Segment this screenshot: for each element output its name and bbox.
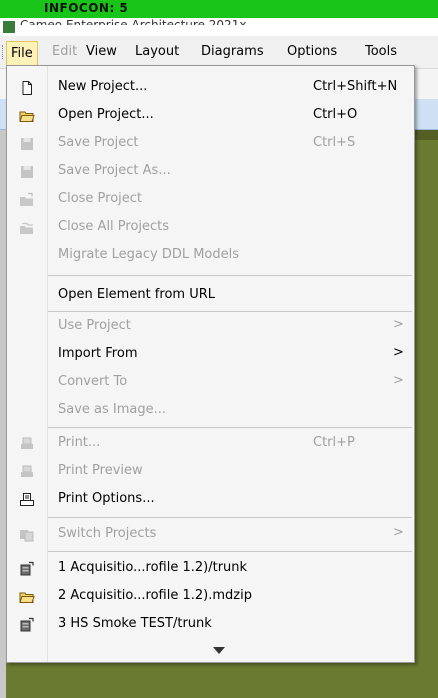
save-icon xyxy=(21,138,33,150)
recent-project-2-label: 2 Acquisitio...rofile 1.2).mdzip xyxy=(58,588,252,603)
menu-item-recent-project-2[interactable]: 2 Acquisitio...rofile 1.2).mdzip xyxy=(7,583,414,611)
open-folder-icon xyxy=(19,111,35,122)
chevron-down-icon[interactable] xyxy=(213,647,225,654)
menu-item-print-preview[interactable]: Print Preview xyxy=(7,458,414,486)
menu-item-open-project[interactable]: Open Project... Ctrl+O xyxy=(7,102,414,130)
menu-item-print-options[interactable]: Print Options... xyxy=(7,486,414,514)
save-project-label: Save Project xyxy=(58,135,139,150)
save-as-image-label: Save as Image... xyxy=(58,402,167,417)
save-project-as-label: Save Project As... xyxy=(58,163,171,178)
infocon-banner: INFOCON: 5 xyxy=(0,0,438,19)
window-title: Cameo Enterprise Architecture 2021x xyxy=(20,18,247,32)
submenu-arrow-icon: > xyxy=(393,525,404,540)
menu-item-new-project[interactable]: New Project... Ctrl+Shift+N xyxy=(7,74,414,102)
print-shortcut: Ctrl+P xyxy=(313,435,355,450)
menu-item-close-project[interactable]: Close Project xyxy=(7,186,414,214)
menu-diagrams[interactable]: Diagrams xyxy=(197,42,268,62)
close-folder-icon xyxy=(20,192,33,206)
printer-icon xyxy=(21,437,33,449)
menu-file[interactable]: File xyxy=(6,41,38,66)
submenu-arrow-icon: > xyxy=(393,373,404,388)
app-logo-icon xyxy=(3,21,15,33)
open-project-shortcut: Ctrl+O xyxy=(313,107,358,122)
menubar-grip[interactable] xyxy=(2,45,5,59)
server-project-icon xyxy=(20,617,34,632)
menu-options[interactable]: Options xyxy=(283,42,341,62)
menu-separator xyxy=(48,427,412,428)
close-project-label: Close Project xyxy=(58,191,143,206)
close-all-projects-label: Close All Projects xyxy=(58,219,170,234)
infocon-text: INFOCON: 5 xyxy=(44,1,129,15)
menu-separator xyxy=(48,517,412,518)
print-preview-icon xyxy=(21,465,33,477)
import-from-label: Import From xyxy=(58,346,138,361)
new-document-icon xyxy=(22,81,32,95)
menu-item-open-element-from-url[interactable]: Open Element from URL xyxy=(7,282,414,310)
menu-item-switch-projects[interactable]: Switch Projects > xyxy=(7,521,414,549)
server-project-icon xyxy=(20,561,34,576)
close-all-icon xyxy=(20,222,33,234)
menu-item-save-project[interactable]: Save Project Ctrl+S xyxy=(7,130,414,158)
submenu-arrow-icon: > xyxy=(393,317,404,332)
file-menu-dropdown: New Project... Ctrl+Shift+N Open Project… xyxy=(6,65,415,663)
menu-view[interactable]: View xyxy=(82,42,121,62)
menu-item-import-from[interactable]: Import From > xyxy=(7,341,414,369)
menu-item-save-as-image[interactable]: Save as Image... xyxy=(7,397,414,425)
print-label: Print... xyxy=(58,435,101,450)
print-preview-label: Print Preview xyxy=(58,463,143,478)
open-project-label: Open Project... xyxy=(58,107,154,122)
new-project-label: New Project... xyxy=(58,79,148,94)
menu-tools[interactable]: Tools xyxy=(361,42,401,62)
open-element-url-label: Open Element from URL xyxy=(58,287,215,302)
switch-projects-label: Switch Projects xyxy=(58,526,157,541)
convert-to-label: Convert To xyxy=(58,374,128,389)
menu-item-save-project-as[interactable]: Save Project As... xyxy=(7,158,414,186)
menu-separator xyxy=(48,311,412,312)
menu-separator xyxy=(48,551,412,552)
open-folder-icon xyxy=(19,592,35,603)
print-options-label: Print Options... xyxy=(58,491,155,506)
menu-item-print[interactable]: Print... Ctrl+P xyxy=(7,430,414,458)
use-project-label: Use Project xyxy=(58,318,131,333)
migrate-legacy-label: Migrate Legacy DDL Models xyxy=(58,247,240,262)
menu-item-recent-project-1[interactable]: 1 Acquisitio...rofile 1.2)/trunk xyxy=(7,555,414,583)
switch-projects-icon xyxy=(20,530,34,542)
workspace-bottom[interactable] xyxy=(6,662,438,698)
submenu-arrow-icon: > xyxy=(393,345,404,360)
recent-project-1-label: 1 Acquisitio...rofile 1.2)/trunk xyxy=(58,560,248,575)
save-project-shortcut: Ctrl+S xyxy=(313,135,356,150)
menu-edit[interactable]: Edit xyxy=(48,42,81,62)
menu-item-close-all-projects[interactable]: Close All Projects xyxy=(7,214,414,242)
new-project-shortcut: Ctrl+Shift+N xyxy=(313,79,398,94)
menu-separator xyxy=(48,275,412,276)
menu-item-use-project[interactable]: Use Project > xyxy=(7,313,414,341)
menu-item-recent-project-3[interactable]: 3 HS Smoke TEST/trunk xyxy=(7,611,414,639)
print-options-icon xyxy=(20,493,34,506)
save-as-icon xyxy=(21,166,33,178)
window-title-bar: Cameo Enterprise Architecture 2021x xyxy=(0,18,438,36)
menu-item-convert-to[interactable]: Convert To > xyxy=(7,369,414,397)
menu-layout[interactable]: Layout xyxy=(131,42,183,62)
recent-project-3-label: 3 HS Smoke TEST/trunk xyxy=(58,616,212,631)
menu-item-migrate-legacy-ddl[interactable]: Migrate Legacy DDL Models xyxy=(7,242,414,270)
